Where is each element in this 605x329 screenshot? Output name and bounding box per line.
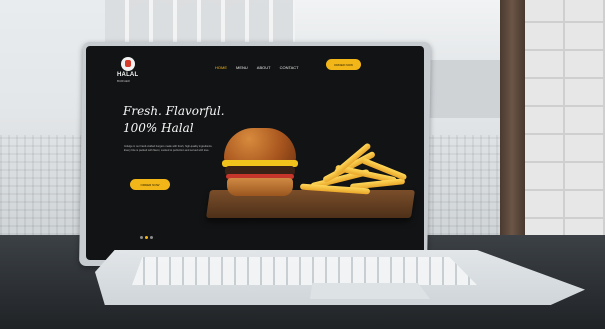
logo-subtitle: BURGER [117, 79, 130, 83]
nav-menu[interactable]: MENU [236, 65, 248, 70]
logo-name: HALAL [117, 72, 139, 78]
hero-paragraph: Indulge in our hand-crafted burgers made… [124, 145, 213, 152]
bun-top [224, 128, 296, 164]
bun-bottom [227, 178, 293, 196]
slider-dot[interactable] [150, 236, 153, 239]
background-blocks [105, 0, 295, 45]
laptop-trackpad [310, 283, 430, 299]
order-button-top[interactable]: ORDER NOW [326, 59, 361, 70]
nav-contact[interactable]: CONTACT [280, 65, 299, 70]
nav-home[interactable]: HOME [215, 65, 227, 70]
order-button-hero[interactable]: ORDER NOW [130, 179, 170, 190]
logo-icon[interactable]: HALAL BURGER [117, 57, 139, 91]
slider-dot-active[interactable] [145, 236, 148, 239]
nav-about[interactable]: ABOUT [257, 65, 271, 70]
burger [222, 128, 298, 201]
laptop-keyboard [132, 257, 477, 285]
main-nav: HOME MENU ABOUT CONTACT [215, 65, 299, 70]
logo-emblem [121, 57, 135, 71]
fries [299, 142, 412, 196]
slider-dot[interactable] [140, 236, 143, 239]
photo-scene: HALAL BURGER HOME MENU ABOUT CONTACT ORD… [0, 0, 605, 329]
slider-dots [140, 236, 153, 239]
